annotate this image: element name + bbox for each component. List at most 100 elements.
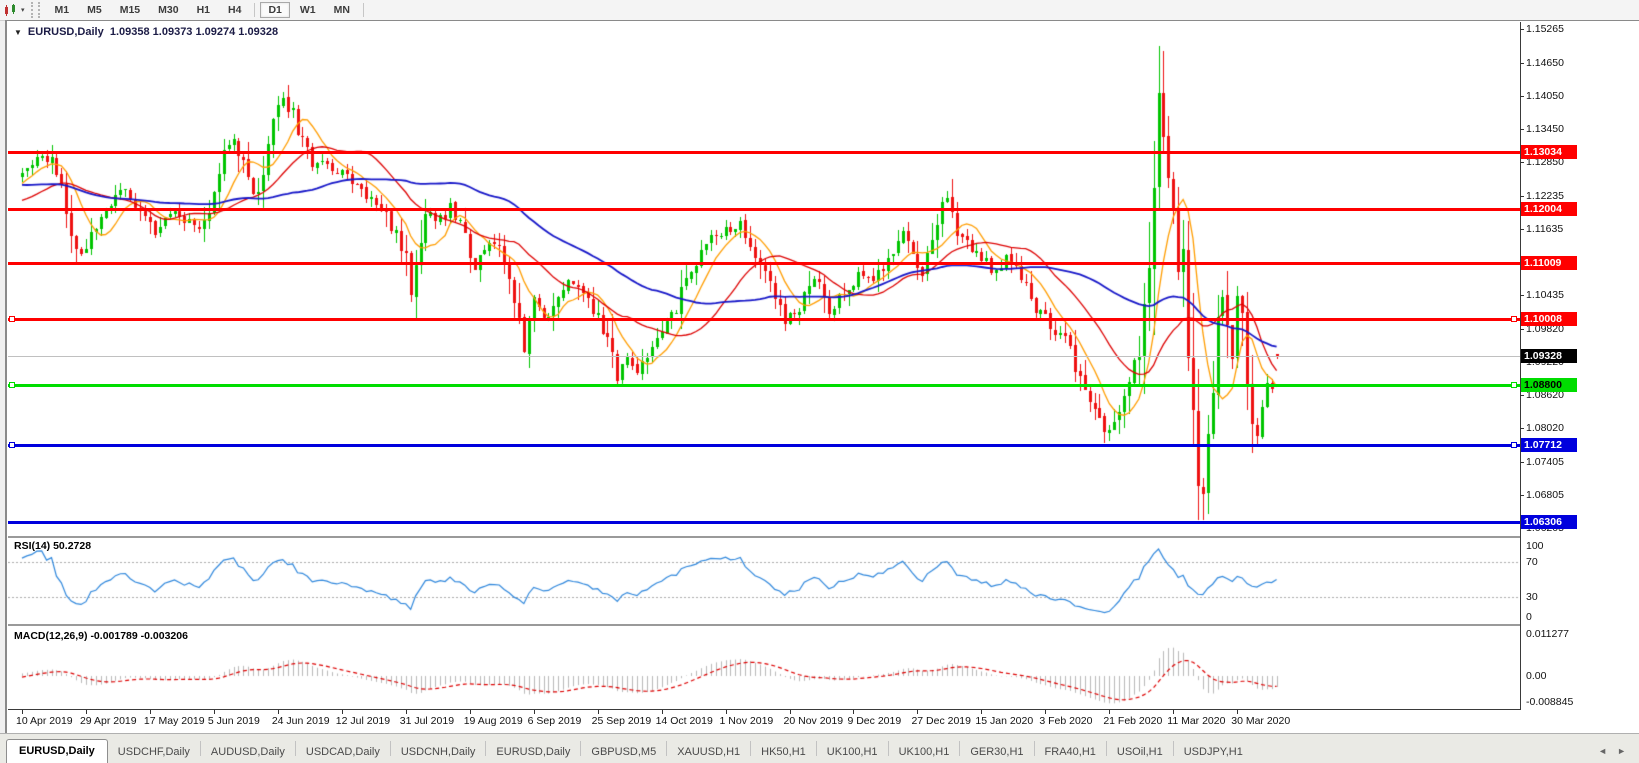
chart-tab-uk100-h1[interactable]: UK100,H1 bbox=[817, 741, 888, 763]
time-axis[interactable]: 10 Apr 201929 Apr 201917 May 20195 Jun 2… bbox=[8, 710, 1520, 733]
price-tick-mark bbox=[1520, 295, 1524, 296]
price-tick-mark bbox=[1520, 162, 1524, 163]
date-label: 19 Aug 2019 bbox=[464, 715, 523, 727]
timeframe-button-h4[interactable]: H4 bbox=[220, 2, 249, 18]
date-tick-mark bbox=[1173, 710, 1174, 714]
level-price-label: 1.13034 bbox=[1521, 145, 1577, 159]
date-tick-mark bbox=[853, 710, 854, 714]
price-tick-mark bbox=[1520, 329, 1524, 330]
timeframe-button-mn[interactable]: MN bbox=[326, 2, 358, 18]
level-line-1-13034[interactable] bbox=[8, 151, 1520, 154]
timeframe-buttons: M1M5M15M30H1H4 D1W1MN bbox=[46, 2, 368, 18]
level-price-label: 1.08800 bbox=[1521, 378, 1577, 392]
tab-scroll-right-icon[interactable]: ► bbox=[1612, 746, 1631, 756]
date-label: 11 Mar 2020 bbox=[1167, 715, 1225, 727]
line-right-handle[interactable] bbox=[1511, 442, 1517, 448]
date-tick-mark bbox=[342, 710, 343, 714]
current-price-label: 1.09328 bbox=[1521, 349, 1577, 363]
price-axis[interactable]: 1.152651.146501.140501.134501.128501.122… bbox=[1521, 22, 1639, 710]
rsi-canvas[interactable] bbox=[8, 538, 1520, 624]
date-tick-mark bbox=[470, 710, 471, 714]
chart-symbol-period: EURUSD,Daily bbox=[28, 26, 104, 38]
chart-tab-fra40-h1[interactable]: FRA40,H1 bbox=[1035, 741, 1106, 763]
toolbar-separator bbox=[254, 3, 255, 17]
chart-tab-ger30-h1[interactable]: GER30,H1 bbox=[960, 741, 1033, 763]
price-tick-label: 1.11635 bbox=[1526, 223, 1636, 236]
date-tick-mark bbox=[598, 710, 599, 714]
date-label: 5 Jun 2019 bbox=[208, 715, 260, 727]
timeframe-button-m1[interactable]: M1 bbox=[47, 2, 78, 18]
level-line-1-11009[interactable] bbox=[8, 262, 1520, 265]
line-right-handle[interactable] bbox=[1511, 382, 1517, 388]
rsi-axis-label: 30 bbox=[1526, 591, 1636, 604]
rsi-pane: RSI(14) 50.2728 bbox=[8, 538, 1520, 624]
price-chart-canvas[interactable] bbox=[8, 22, 1520, 536]
chart-tab-uk100-h1[interactable]: UK100,H1 bbox=[889, 741, 960, 763]
macd-axis-label: 0.00 bbox=[1526, 670, 1636, 683]
level-price-label: 1.07712 bbox=[1521, 438, 1577, 452]
chart-tab-xauusd-h1[interactable]: XAUUSD,H1 bbox=[667, 741, 750, 763]
price-tick-mark bbox=[1520, 196, 1524, 197]
date-label: 10 Apr 2019 bbox=[16, 715, 73, 727]
macd-pane: MACD(12,26,9) -0.001789 -0.003206 bbox=[8, 626, 1520, 709]
timeframe-button-d1[interactable]: D1 bbox=[260, 2, 289, 18]
rsi-axis-label: 0 bbox=[1526, 611, 1636, 624]
date-label: 14 Oct 2019 bbox=[656, 715, 713, 727]
date-label: 15 Jan 2020 bbox=[975, 715, 1033, 727]
price-tick-label: 1.15265 bbox=[1526, 23, 1636, 36]
date-tick-mark bbox=[981, 710, 982, 714]
chart-tab-eurusd-daily[interactable]: EURUSD,Daily bbox=[486, 741, 580, 763]
level-line-1-08800[interactable] bbox=[8, 384, 1520, 387]
line-left-handle[interactable] bbox=[9, 442, 15, 448]
line-left-handle[interactable] bbox=[9, 382, 15, 388]
timeframe-button-m5[interactable]: M5 bbox=[79, 2, 110, 18]
chart-tab-eurusd-daily[interactable]: EURUSD,Daily bbox=[6, 739, 108, 763]
level-line-1-06306[interactable] bbox=[8, 521, 1520, 524]
chart-tab-hk50-h1[interactable]: HK50,H1 bbox=[751, 741, 816, 763]
current-price-line bbox=[8, 356, 1520, 357]
price-tick-label: 1.13450 bbox=[1526, 123, 1636, 136]
chevron-down-icon[interactable]: ▾ bbox=[21, 6, 25, 14]
chart-style-icon[interactable] bbox=[3, 3, 19, 17]
date-tick-mark bbox=[790, 710, 791, 714]
price-tick-mark bbox=[1520, 395, 1524, 396]
date-label: 24 Jun 2019 bbox=[272, 715, 330, 727]
date-label: 1 Nov 2019 bbox=[720, 715, 774, 727]
toolbar-grip[interactable] bbox=[31, 2, 40, 18]
rsi-axis-label: 100 bbox=[1526, 540, 1636, 553]
date-tick-mark bbox=[917, 710, 918, 714]
price-tick-mark bbox=[1520, 63, 1524, 64]
chart-tab-audusd-daily[interactable]: AUDUSD,Daily bbox=[201, 741, 295, 763]
price-chart-pane bbox=[8, 22, 1520, 536]
tab-scroll-left-icon[interactable]: ◄ bbox=[1593, 746, 1612, 756]
date-tick-mark bbox=[278, 710, 279, 714]
chart-tab-usoil-h1[interactable]: USOil,H1 bbox=[1107, 741, 1173, 763]
timeframe-button-w1[interactable]: W1 bbox=[292, 2, 324, 18]
macd-canvas[interactable] bbox=[8, 626, 1520, 709]
date-label: 20 Nov 2019 bbox=[784, 715, 844, 727]
macd-axis-label: 0.011277 bbox=[1526, 628, 1636, 641]
chart-tab-usdcad-daily[interactable]: USDCAD,Daily bbox=[296, 741, 390, 763]
date-label: 21 Feb 2020 bbox=[1103, 715, 1162, 727]
chart-tab-usdcnh-daily[interactable]: USDCNH,Daily bbox=[391, 741, 486, 763]
macd-axis-label: -0.008845 bbox=[1526, 696, 1636, 709]
date-label: 29 Apr 2019 bbox=[80, 715, 137, 727]
line-left-handle[interactable] bbox=[9, 316, 15, 322]
level-line-1-10008[interactable] bbox=[8, 318, 1520, 321]
chart-tab-usdchf-daily[interactable]: USDCHF,Daily bbox=[108, 741, 200, 763]
price-tick-mark bbox=[1520, 96, 1524, 97]
date-tick-mark bbox=[214, 710, 215, 714]
timeframe-button-m30[interactable]: M30 bbox=[150, 2, 186, 18]
level-line-1-12004[interactable] bbox=[8, 208, 1520, 211]
timeframe-button-m15[interactable]: M15 bbox=[112, 2, 148, 18]
trading-terminal: ▾ M1M5M15M30H1H4 D1W1MN ▼ EURUSD,Daily 1.0… bbox=[0, 0, 1639, 763]
date-tick-mark bbox=[1109, 710, 1110, 714]
chart-dropdown-icon[interactable]: ▼ bbox=[14, 28, 22, 37]
chart-tab-usdjpy-h1[interactable]: USDJPY,H1 bbox=[1174, 741, 1253, 763]
date-label: 9 Dec 2019 bbox=[847, 715, 901, 727]
price-tick-label: 1.10435 bbox=[1526, 289, 1636, 302]
level-line-1-07712[interactable] bbox=[8, 444, 1520, 447]
line-right-handle[interactable] bbox=[1511, 316, 1517, 322]
timeframe-button-h1[interactable]: H1 bbox=[189, 2, 218, 18]
chart-tab-gbpusd-m5[interactable]: GBPUSD,M5 bbox=[581, 741, 666, 763]
